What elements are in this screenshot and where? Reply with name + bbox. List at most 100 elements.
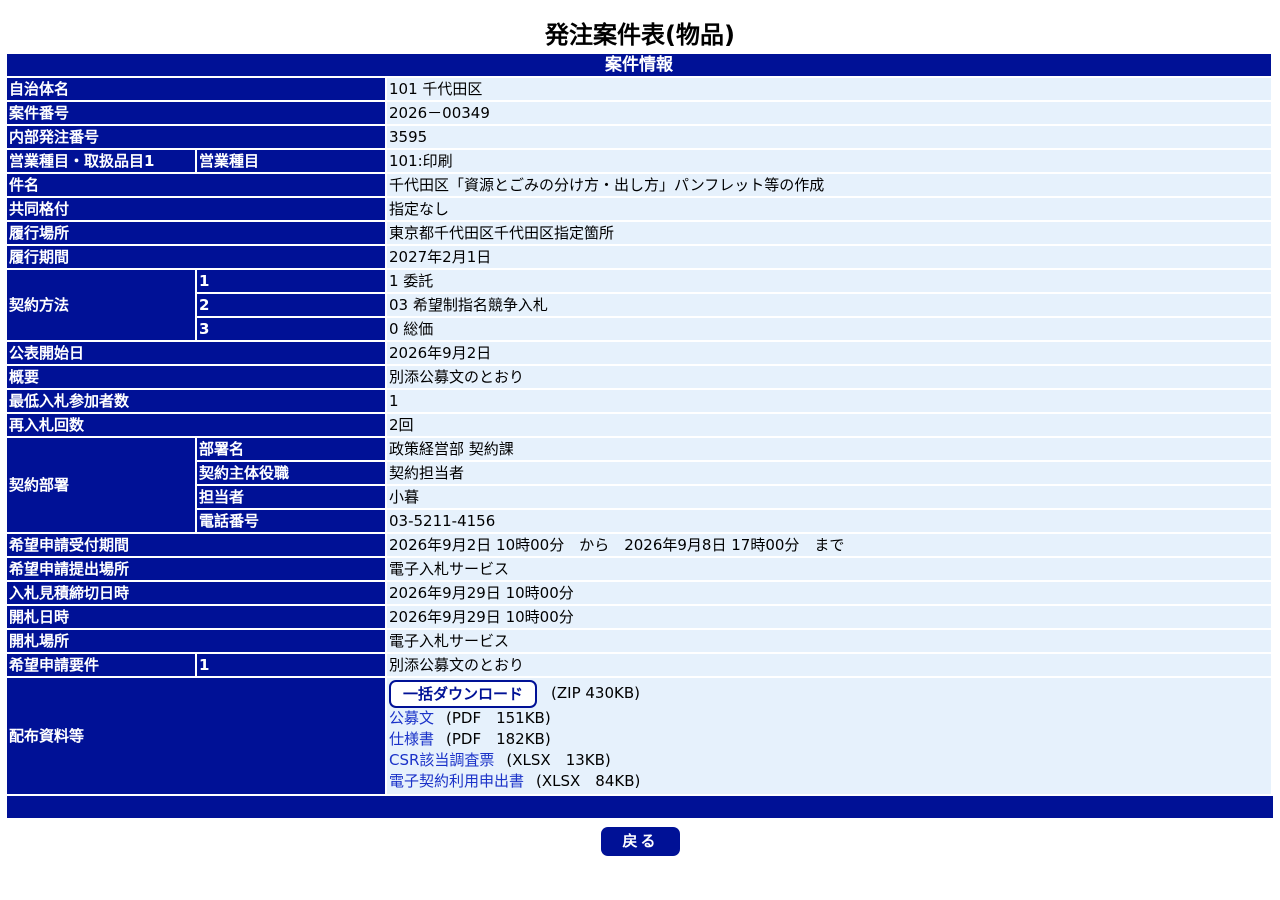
- back-button[interactable]: 戻る: [601, 827, 680, 856]
- table-footer-row: [7, 796, 1274, 820]
- label-min-bidders: 最低入札参加者数: [7, 390, 387, 414]
- row-contract-method-3: 3 0 総価: [7, 318, 1274, 342]
- label-application-period: 希望申請受付期間: [7, 534, 387, 558]
- value-opening-place: 電子入札サービス: [387, 630, 1274, 654]
- row-contract-department-1: 契約部署 部署名 政策経営部 契約課: [7, 438, 1274, 534]
- value-business-category: 101:印刷: [387, 150, 1274, 174]
- row-contract-department-3: 担当者 小暮: [7, 486, 1274, 510]
- row-application-place: 希望申請提出場所 電子入札サービス: [7, 558, 1274, 582]
- row-municipality: 自治体名 101 千代田区: [7, 78, 1274, 102]
- row-min-bidders: 最低入札参加者数 1: [7, 390, 1274, 414]
- row-application-period: 希望申請受付期間 2026年9月2日 10時00分 から 2026年9月8日 1…: [7, 534, 1274, 558]
- row-distributed-materials: 配布資料等 一括ダウンロード (ZIP 430KB) 公募文 (PDF 151KB)…: [7, 678, 1274, 796]
- contract-method-value: 0 総価: [387, 318, 1274, 342]
- contract-method-num: 3: [197, 318, 387, 342]
- row-contract-method-2: 2 03 希望制指名競争入札: [7, 294, 1274, 318]
- label-contract-method: 契約方法: [7, 270, 197, 342]
- case-info-table: 案件情報 自治体名 101 千代田区 案件番号 2026－00349 内部発注番…: [7, 54, 1274, 820]
- value-opening-datetime: 2026年9月29日 10時00分: [387, 606, 1274, 630]
- row-subject: 件名 千代田区「資源とごみの分け方・出し方」パンフレット等の作成: [7, 174, 1274, 198]
- value-municipality: 101 千代田区: [387, 78, 1274, 102]
- distributed-materials-list: 一括ダウンロード (ZIP 430KB) 公募文 (PDF 151KB) 仕様書 (P…: [387, 678, 1274, 796]
- sublabel-contracting-position: 契約主体役職: [197, 462, 387, 486]
- sublabel-department-name: 部署名: [197, 438, 387, 462]
- bulk-download-button[interactable]: 一括ダウンロード: [389, 679, 538, 708]
- file-meta: (PDF 151KB): [446, 709, 551, 727]
- label-place-of-performance: 履行場所: [7, 222, 387, 246]
- bulk-download-meta: (ZIP 430KB): [551, 684, 640, 702]
- value-publication-start: 2026年9月2日: [387, 342, 1274, 366]
- section-header: 案件情報: [7, 54, 1274, 78]
- row-business-category: 営業種目・取扱品目1 営業種目 101:印刷: [7, 150, 1274, 174]
- value-rebid-count: 2回: [387, 414, 1274, 438]
- file-link[interactable]: CSR該当調査票: [389, 751, 494, 769]
- value-internal-order-number: 3595: [387, 126, 1274, 150]
- sublabel-phone-number: 電話番号: [197, 510, 387, 534]
- value-application-period: 2026年9月2日 10時00分 から 2026年9月8日 17時00分 まで: [387, 534, 1274, 558]
- row-rebid-count: 再入札回数 2回: [7, 414, 1274, 438]
- value-department-name: 政策経営部 契約課: [387, 438, 1274, 462]
- value-person-in-charge: 小暮: [387, 486, 1274, 510]
- file-item: 電子契約利用申出書 (XLSX 84KB): [389, 771, 1269, 792]
- row-bid-deadline: 入札見積締切日時 2026年9月29日 10時00分: [7, 582, 1274, 606]
- label-opening-datetime: 開札日時: [7, 606, 387, 630]
- label-overview: 概要: [7, 366, 387, 390]
- value-place-of-performance: 東京都千代田区千代田区指定箇所: [387, 222, 1274, 246]
- value-phone-number: 03-5211-4156: [387, 510, 1274, 534]
- file-meta: (XLSX 84KB): [536, 772, 641, 790]
- value-joint-rating: 指定なし: [387, 198, 1274, 222]
- label-joint-rating: 共同格付: [7, 198, 387, 222]
- file-meta: (XLSX 13KB): [506, 751, 611, 769]
- file-item: 仕様書 (PDF 182KB): [389, 729, 1269, 750]
- label-period-of-performance: 履行期間: [7, 246, 387, 270]
- label-rebid-count: 再入札回数: [7, 414, 387, 438]
- row-joint-rating: 共同格付 指定なし: [7, 198, 1274, 222]
- row-application-requirements: 希望申請要件 1 別添公募文のとおり: [7, 654, 1274, 678]
- row-publication-start: 公表開始日 2026年9月2日: [7, 342, 1274, 366]
- file-link[interactable]: 公募文: [389, 709, 434, 727]
- value-bid-deadline: 2026年9月29日 10時00分: [387, 582, 1274, 606]
- page: 発注案件表(物品) 案件情報 自治体名 101 千代田区 案件番号 2026－0…: [0, 0, 1280, 900]
- label-internal-order-number: 内部発注番号: [7, 126, 387, 150]
- contract-method-value: 03 希望制指名競争入札: [387, 294, 1274, 318]
- row-contract-method-1: 契約方法 1 1 委託: [7, 270, 1274, 342]
- file-link[interactable]: 仕様書: [389, 730, 434, 748]
- row-place-of-performance: 履行場所 東京都千代田区千代田区指定箇所: [7, 222, 1274, 246]
- label-opening-place: 開札場所: [7, 630, 387, 654]
- contract-method-value: 1 委託: [387, 270, 1274, 294]
- row-opening-datetime: 開札日時 2026年9月29日 10時00分: [7, 606, 1274, 630]
- value-min-bidders: 1: [387, 390, 1274, 414]
- file-item: 公募文 (PDF 151KB): [389, 708, 1269, 729]
- row-contract-department-2: 契約主体役職 契約担当者: [7, 462, 1274, 486]
- row-internal-order-number: 内部発注番号 3595: [7, 126, 1274, 150]
- file-meta: (PDF 182KB): [446, 730, 551, 748]
- value-case-number: 2026－00349: [387, 102, 1274, 126]
- value-overview: 別添公募文のとおり: [387, 366, 1274, 390]
- row-opening-place: 開札場所 電子入札サービス: [7, 630, 1274, 654]
- label-application-place: 希望申請提出場所: [7, 558, 387, 582]
- sublabel-person-in-charge: 担当者: [197, 486, 387, 510]
- row-case-number: 案件番号 2026－00349: [7, 102, 1274, 126]
- label-application-requirements: 希望申請要件: [7, 654, 197, 678]
- value-application-place: 電子入札サービス: [387, 558, 1274, 582]
- file-link[interactable]: 電子契約利用申出書: [389, 772, 524, 790]
- value-contracting-position: 契約担当者: [387, 462, 1274, 486]
- section-header-row: 案件情報: [7, 54, 1274, 78]
- page-title: 発注案件表(物品): [545, 21, 735, 49]
- label-publication-start: 公表開始日: [7, 342, 387, 366]
- label-subject: 件名: [7, 174, 387, 198]
- value-subject: 千代田区「資源とごみの分け方・出し方」パンフレット等の作成: [387, 174, 1274, 198]
- file-item: CSR該当調査票 (XLSX 13KB): [389, 750, 1269, 771]
- bulk-download-line: 一括ダウンロード (ZIP 430KB): [389, 679, 1269, 708]
- sublabel-business-category: 営業種目: [197, 150, 387, 174]
- label-bid-deadline: 入札見積締切日時: [7, 582, 387, 606]
- value-period-of-performance: 2027年2月1日: [387, 246, 1274, 270]
- table-footer: [7, 796, 1274, 820]
- value-application-requirements: 別添公募文のとおり: [387, 654, 1274, 678]
- label-case-number: 案件番号: [7, 102, 387, 126]
- row-period-of-performance: 履行期間 2027年2月1日: [7, 246, 1274, 270]
- application-requirements-num: 1: [197, 654, 387, 678]
- row-contract-department-4: 電話番号 03-5211-4156: [7, 510, 1274, 534]
- label-distributed-materials: 配布資料等: [7, 678, 387, 796]
- contract-method-num: 1: [197, 270, 387, 294]
